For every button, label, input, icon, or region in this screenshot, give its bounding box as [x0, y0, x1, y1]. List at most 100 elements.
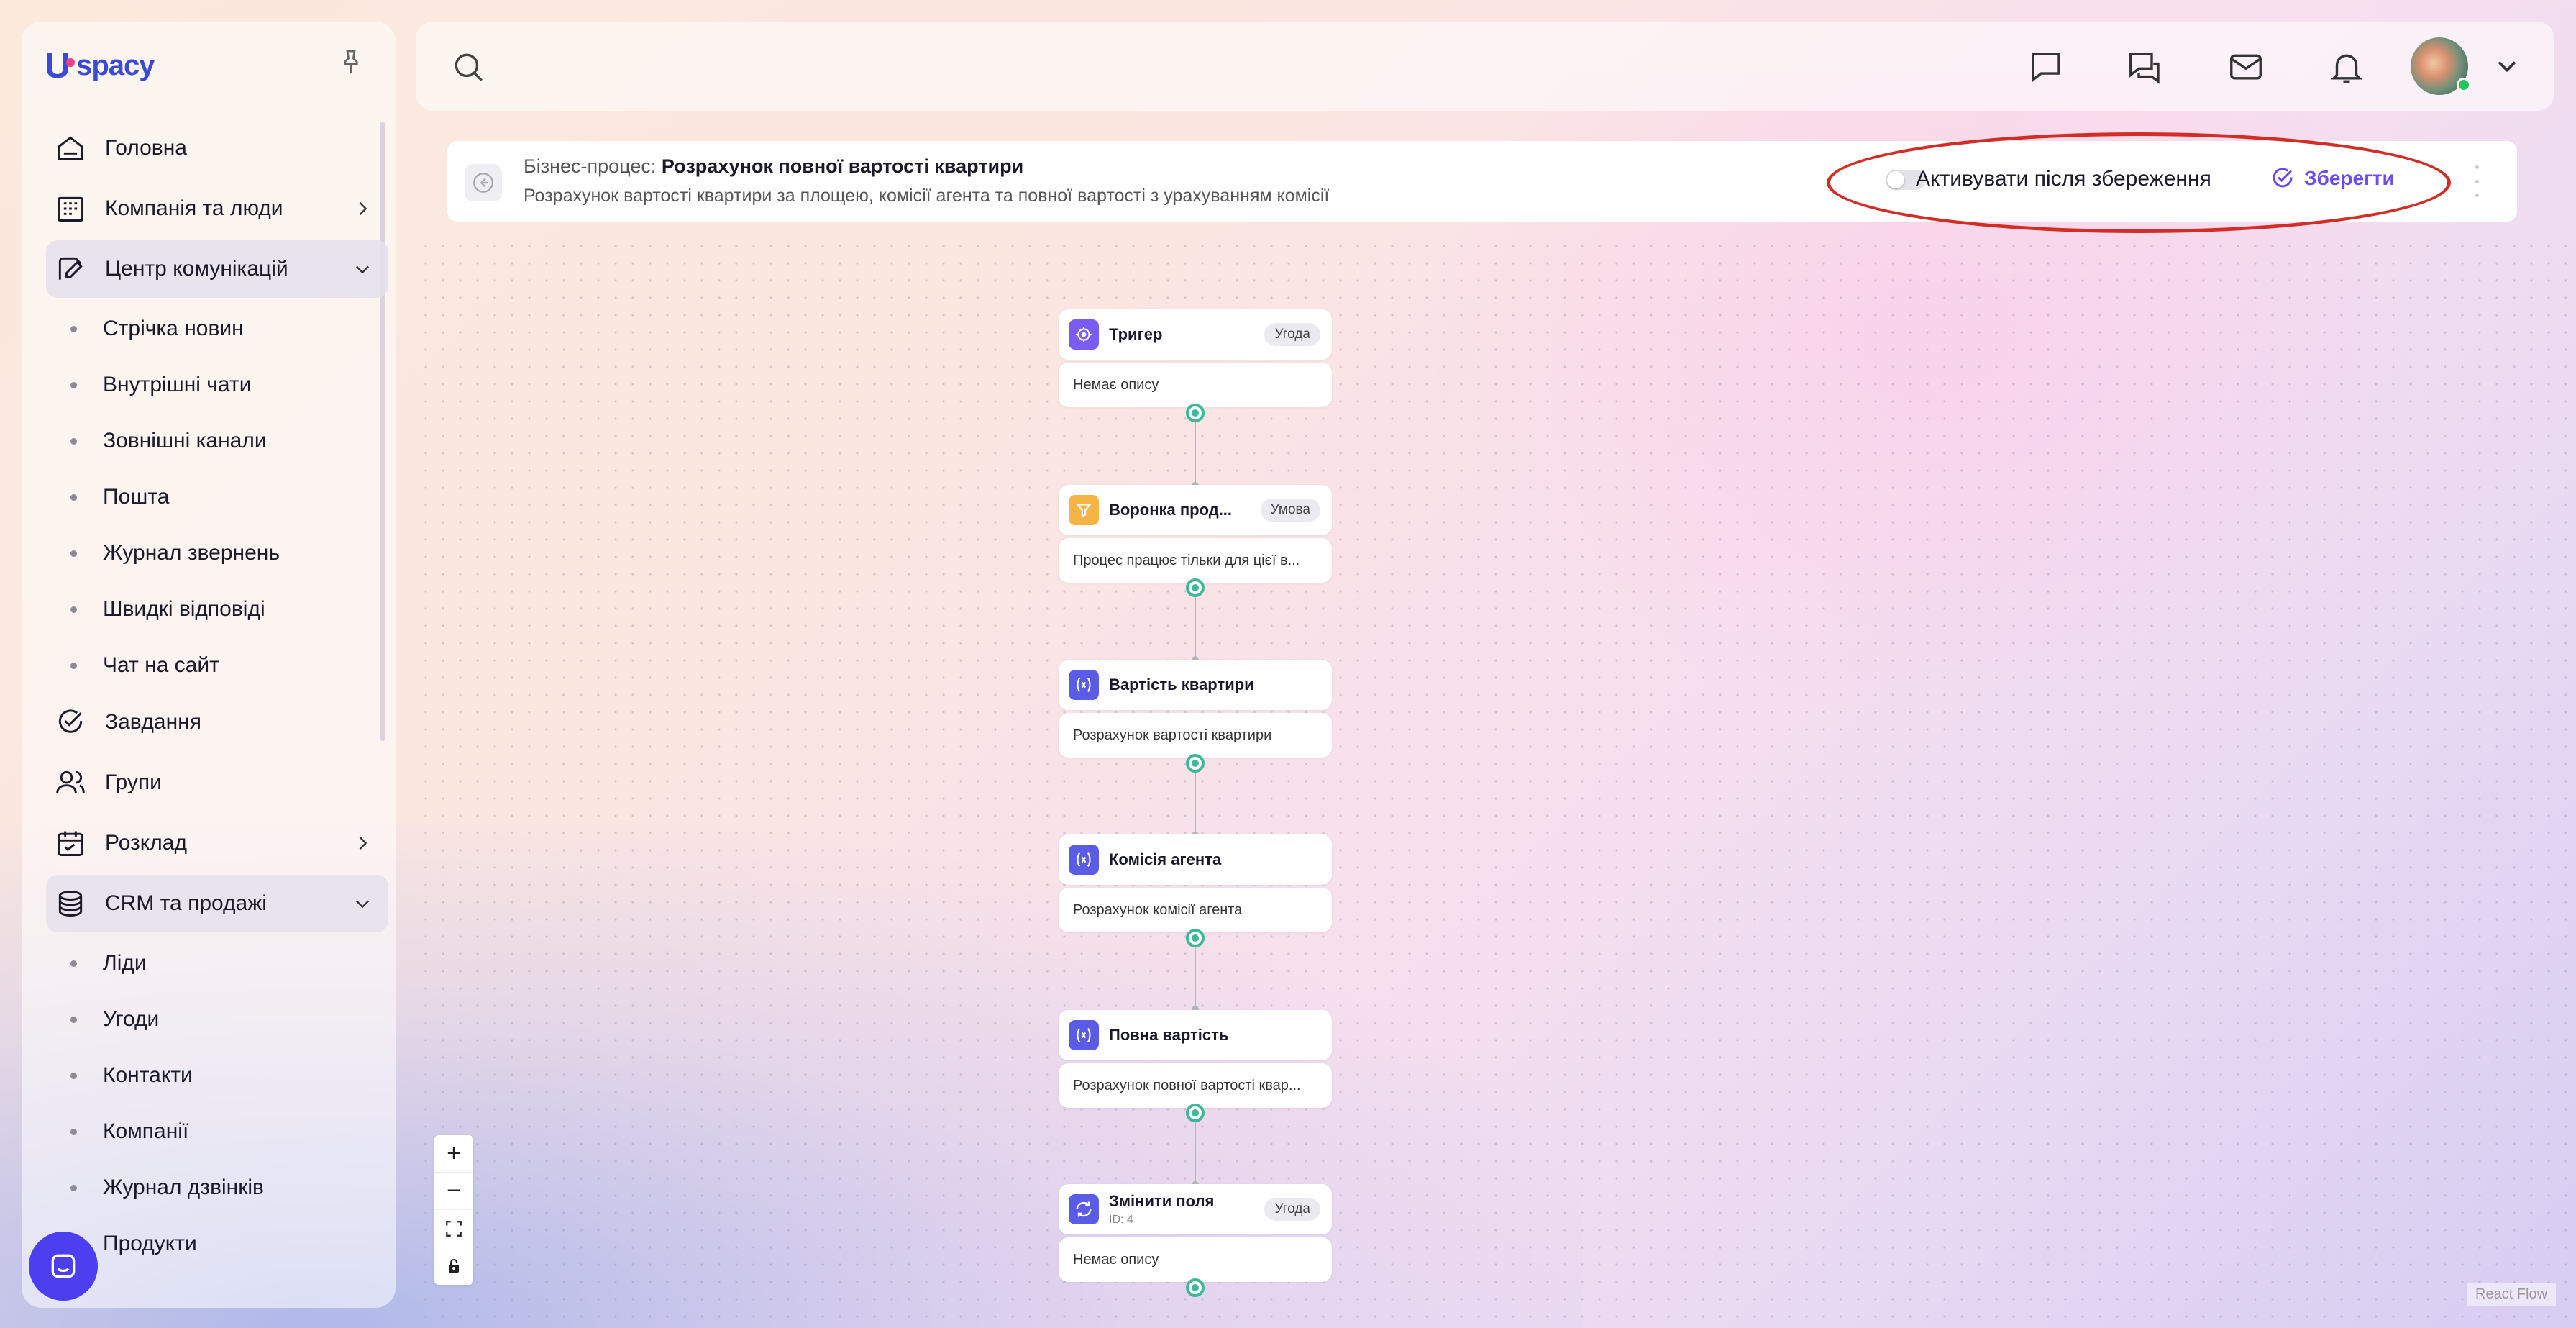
chevron-down-icon[interactable] [2491, 50, 2523, 82]
sidebar-item-tasks[interactable]: Завдання [46, 693, 388, 751]
subitem-label: Компанії [103, 1119, 189, 1143]
node-title: Повна вартість [1109, 1026, 1229, 1044]
flow-canvas[interactable] [417, 237, 2575, 1328]
search-icon[interactable] [450, 49, 486, 85]
back-button[interactable] [465, 164, 502, 201]
node-header[interactable]: Воронка прод... Умова [1059, 485, 1332, 535]
flow-node-trigger[interactable]: Тригер Угода Немає опису [1059, 309, 1332, 407]
crosshair-icon [1069, 319, 1099, 350]
sidebar-item-schedule[interactable]: Розклад [46, 814, 388, 872]
sidebar-item-label: Групи [105, 770, 162, 794]
sidebar: Uspacy Головна Компанія та люди Центр ко… [22, 22, 396, 1308]
flow-node-condition[interactable]: Воронка прод... Умова Процес працює тіль… [1059, 485, 1332, 583]
sidebar-item-label: Компанія та люди [105, 196, 283, 220]
sidebar-item-label: CRM та продажі [105, 891, 267, 915]
calendar-icon [53, 826, 88, 860]
react-flow-attribution[interactable]: React Flow [2467, 1283, 2557, 1306]
flow-node-variable[interactable]: Повна вартість Розрахунок повної вартост… [1059, 1010, 1332, 1108]
bullet [70, 662, 77, 669]
sidebar-subitem-contacts[interactable]: Контакти [46, 1047, 388, 1104]
chevron-right-icon [352, 199, 373, 219]
sidebar-subitem-internal-chats[interactable]: Внутрішні чати [46, 357, 388, 413]
sidebar-subitem-call-log[interactable]: Журнал дзвінків [46, 1160, 388, 1216]
sidebar-subitem-companies[interactable]: Компанії [46, 1104, 388, 1160]
pin-icon[interactable] [337, 47, 365, 76]
arrow-left-icon [473, 173, 493, 193]
chats-icon[interactable] [2126, 47, 2165, 86]
subitem-label: Угоди [103, 1007, 160, 1031]
bullet [70, 325, 77, 332]
users-icon [53, 765, 88, 800]
node-tag: Угода [1264, 323, 1320, 346]
subitem-label: Пошта [103, 485, 170, 509]
subitem-label: Чат на сайт [103, 653, 219, 677]
flow-node-variable[interactable]: Комісія агента Розрахунок комісії агента [1059, 834, 1332, 932]
node-output-handle[interactable] [1186, 404, 1205, 422]
zoom-controls: + − [434, 1135, 473, 1285]
node-header[interactable]: Вартість квартири [1059, 660, 1332, 710]
zoom-out-button[interactable]: − [434, 1173, 473, 1210]
node-title: Тригер [1109, 325, 1163, 343]
flow-node-variable[interactable]: Вартість квартири Розрахунок вартості кв… [1059, 660, 1332, 758]
sidebar-subitem-news[interactable]: Стрічка новин [46, 301, 388, 357]
node-header[interactable]: Повна вартість [1059, 1010, 1332, 1060]
bell-icon[interactable] [2327, 47, 2366, 86]
node-description: Процес працює тільки для цієї в... [1059, 538, 1332, 583]
node-description: Немає опису [1059, 1237, 1332, 1282]
more-vertical-icon[interactable] [2470, 165, 2484, 197]
sidebar-item-groups[interactable]: Групи [46, 754, 388, 811]
bullet [70, 606, 77, 613]
mail-icon[interactable] [2226, 47, 2265, 86]
chat-widget-button[interactable] [29, 1232, 98, 1301]
flow-edge [1195, 416, 1196, 485]
home-icon [53, 131, 88, 165]
title-prefix: Бізнес-процес: [524, 155, 657, 177]
variable-icon [1069, 845, 1099, 875]
node-tag: Умова [1260, 499, 1320, 522]
sidebar-subitem-leads[interactable]: Ліди [46, 935, 388, 991]
sidebar-item-company[interactable]: Компанія та люди [46, 180, 388, 237]
sidebar-subitem-requests-log[interactable]: Журнал звернень [46, 525, 388, 581]
flow-edge [1195, 1115, 1196, 1184]
subitem-label: Швидкі відповіді [103, 597, 265, 621]
app-logo[interactable]: Uspacy [45, 45, 155, 86]
sidebar-item-label: Розклад [105, 831, 187, 855]
flow-edge [1195, 590, 1196, 659]
node-header[interactable]: Комісія агента [1059, 834, 1332, 885]
sidebar-subitem-deals[interactable]: Угоди [46, 991, 388, 1047]
lock-button[interactable] [434, 1247, 473, 1285]
node-description: Розрахунок повної вартості квар... [1059, 1063, 1332, 1108]
flow-edge [1195, 765, 1196, 834]
subitem-label: Ліди [103, 951, 147, 975]
node-output-handle[interactable] [1186, 1278, 1205, 1297]
sidebar-item-communications[interactable]: Центр комунікацій [46, 240, 388, 298]
sidebar-subitem-quick-replies[interactable]: Швидкі відповіді [46, 581, 388, 637]
node-output-handle[interactable] [1186, 578, 1205, 597]
lock-icon [449, 1259, 459, 1273]
zoom-in-button[interactable]: + [434, 1135, 473, 1173]
building-icon [53, 191, 88, 226]
bullet [70, 437, 77, 445]
process-description: Розрахунок вартості квартири за площею, … [524, 186, 1330, 206]
node-output-handle[interactable] [1186, 929, 1205, 947]
node-header[interactable]: Тригер Угода [1059, 309, 1332, 360]
sidebar-subitem-external-channels[interactable]: Зовнішні канали [46, 413, 388, 469]
chevron-down-icon [352, 259, 373, 279]
sidebar-subitem-mail[interactable]: Пошта [46, 469, 388, 525]
bullet [70, 381, 77, 388]
message-icon[interactable] [2027, 47, 2065, 86]
fit-view-button[interactable] [434, 1210, 473, 1247]
sidebar-subitem-site-chat[interactable]: Чат на сайт [46, 637, 388, 693]
node-output-handle[interactable] [1186, 1104, 1205, 1122]
flow-node-update-fields[interactable]: Змінити поля ID: 4 Угода Немає опису [1059, 1184, 1332, 1282]
communication-icon [53, 252, 88, 286]
refresh-icon [1069, 1194, 1099, 1224]
bullet [70, 494, 77, 501]
sidebar-item-crm[interactable]: CRM та продажі [46, 875, 388, 932]
node-output-handle[interactable] [1186, 754, 1205, 773]
sidebar-item-home[interactable]: Головна [46, 119, 388, 177]
bullet [70, 1016, 77, 1023]
node-header[interactable]: Змінити поля ID: 4 Угода [1059, 1184, 1332, 1234]
chat-widget-icon [51, 1254, 76, 1278]
chevron-right-icon [352, 833, 373, 853]
